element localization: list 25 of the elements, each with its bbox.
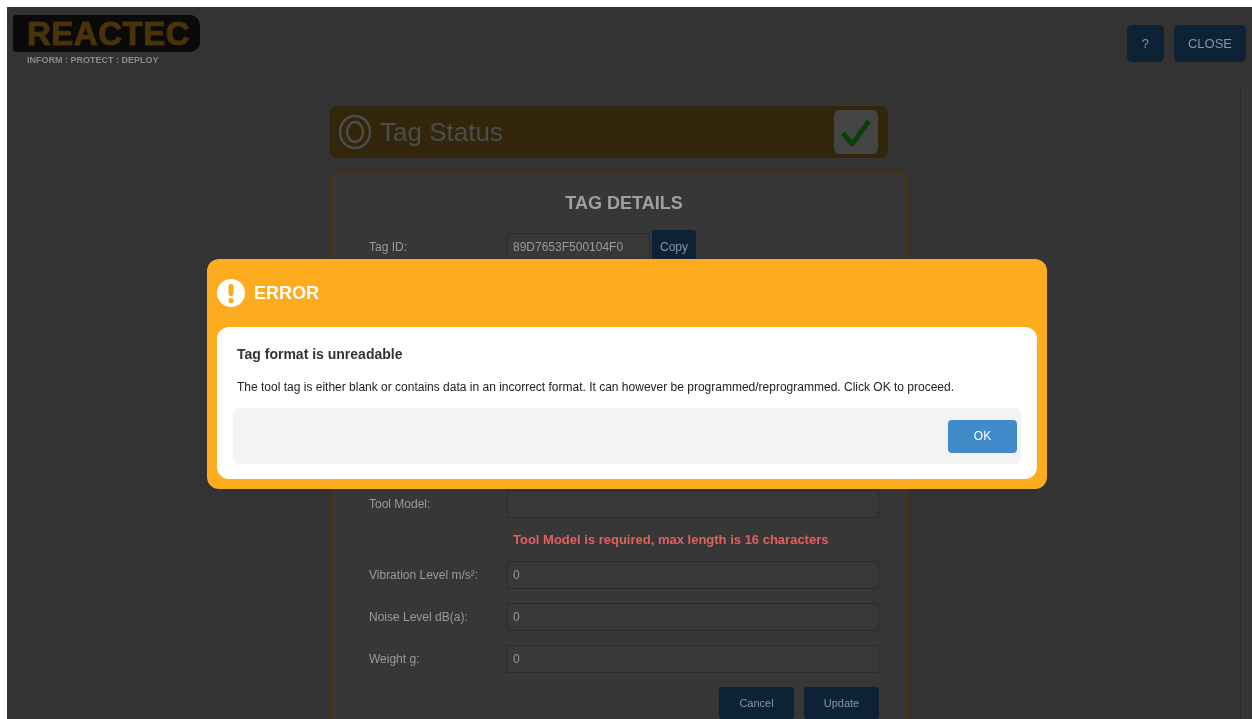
tag-id-field[interactable]: 89D7653F500104F0: [507, 233, 650, 261]
field-label: Vibration Level m/s²:: [369, 568, 480, 582]
input-field[interactable]: [507, 490, 879, 518]
logo-text: REACTEC: [13, 15, 200, 52]
close-button[interactable]: CLOSE: [1173, 25, 1246, 62]
field-label: Weight g:: [369, 652, 421, 666]
field-label: Tool Model:: [369, 497, 432, 511]
ok-button[interactable]: OK: [948, 419, 1017, 453]
card-heading: TAG DETAILS: [564, 193, 684, 214]
logo-tagline: INFORM : PROTECT : DEPLOY: [27, 55, 160, 65]
cancel-button[interactable]: Cancel: [719, 687, 794, 719]
field-label: Tag ID:: [369, 240, 408, 254]
error-message: The tool tag is either blank or contains data in an incorrect format. It can however be programmed/reprogrammed. Click OK to proceed.: [237, 380, 955, 394]
input-field[interactable]: 0: [507, 603, 879, 631]
error-message: Tool Model is required, max length is 16 characters: [512, 532, 830, 547]
tag-status-title: Tag Status: [380, 116, 503, 148]
field-label: Noise Level dB(a):: [369, 610, 469, 624]
exclamation-icon: [217, 279, 245, 307]
update-button[interactable]: Update: [804, 687, 879, 719]
help-button[interactable]: ?: [1126, 25, 1164, 62]
status-circle-icon: [338, 114, 372, 150]
error-heading: Tag format is unreadable: [237, 346, 404, 362]
input-field[interactable]: 0: [507, 561, 879, 589]
input-field[interactable]: 0: [507, 645, 879, 673]
dialog-title: ERROR: [254, 282, 319, 304]
